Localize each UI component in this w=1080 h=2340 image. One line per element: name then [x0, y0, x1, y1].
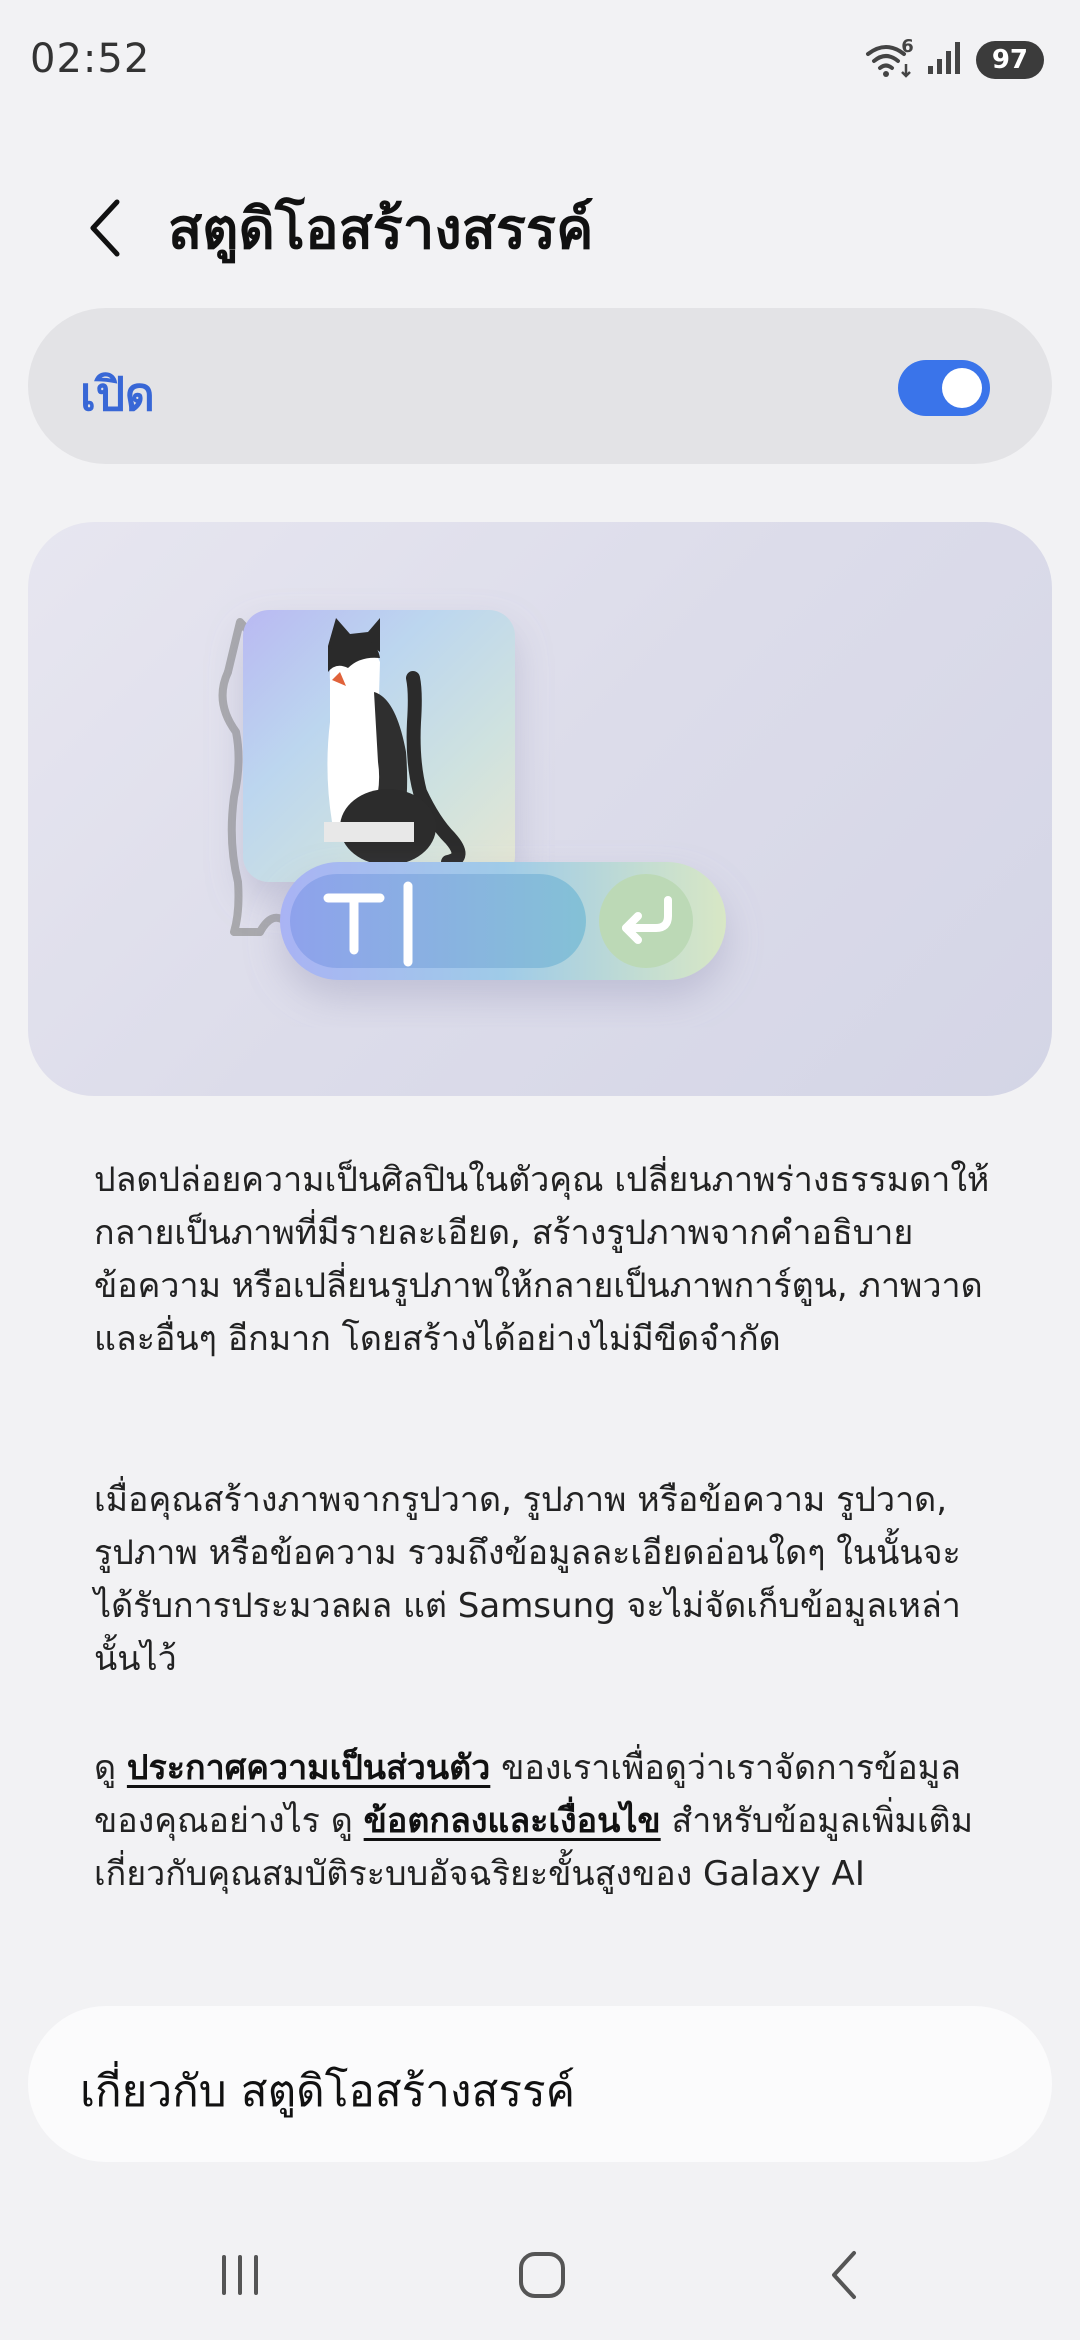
toggle-label: เปิด [80, 367, 155, 421]
navigation-bar [0, 2230, 1080, 2340]
about-label: เกี่ยวกับ สตูดิโอสร้างสรรค์ [80, 2066, 576, 2117]
back-button[interactable] [70, 188, 140, 268]
home-icon [519, 2252, 565, 2298]
wifi-icon: 6 [864, 36, 914, 78]
status-time: 02:52 [30, 36, 151, 82]
about-row[interactable]: เกี่ยวกับ สตูดิโอสร้างสรรค์ [28, 2006, 1052, 2162]
signal-icon [927, 42, 962, 78]
description-paragraph-2: เมื่อคุณสร้างภาพจากรูปวาด, รูปภาพ หรือข้… [94, 1480, 961, 1679]
switch-knob [942, 368, 982, 408]
nav-back-button[interactable] [784, 2230, 904, 2320]
chevron-left-icon [90, 199, 120, 257]
feature-illustration [28, 522, 1052, 1096]
status-bar: 02:52 6 97 [0, 0, 1080, 120]
recents-button[interactable] [180, 2230, 300, 2320]
battery-icon: 97 [975, 41, 1044, 79]
home-button[interactable] [482, 2230, 602, 2320]
master-toggle-row[interactable]: เปิด [28, 308, 1052, 464]
header: สตูดิโอสร้างสรรค์ [0, 170, 1080, 280]
terms-link[interactable]: ข้อตกลงและเงื่อนไข [364, 1801, 661, 1841]
recents-icon [222, 2255, 258, 2295]
paragraph-3-prefix: ดู [94, 1748, 127, 1788]
description-paragraph-3: ดู ประกาศความเป็นส่วนตัว ของเราเพื่อดูว่… [94, 1742, 994, 1901]
cat-illustration [218, 610, 726, 980]
status-icons: 6 97 [864, 36, 1044, 80]
back-icon [832, 2251, 856, 2299]
privacy-notice-link[interactable]: ประกาศความเป็นส่วนตัว [127, 1748, 490, 1788]
description-paragraph-1: ปลดปล่อยความเป็นศิลปินในตัวคุณ เปลี่ยนภา… [94, 1160, 990, 1359]
page-title: สตูดิโอสร้างสรรค์ [168, 197, 594, 262]
master-switch[interactable] [898, 360, 990, 416]
wifi-badge: 6 [901, 36, 914, 57]
